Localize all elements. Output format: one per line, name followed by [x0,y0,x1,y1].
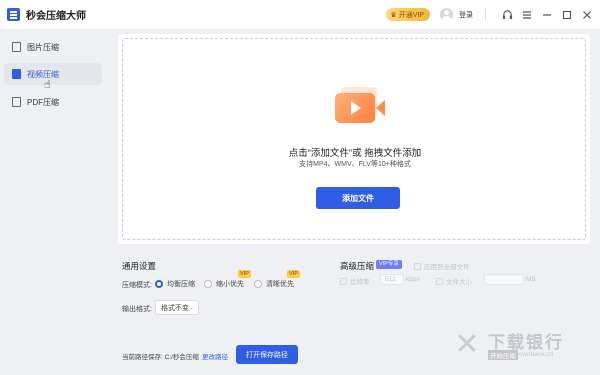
login-link[interactable]: 登录 [459,10,473,20]
video-camera-icon [335,87,387,127]
chevron-down-icon: ⌄ [188,305,194,311]
radio-label: 均衡压缩 [167,281,195,288]
output-format-select[interactable]: 格式不变 ⌄ [155,300,199,315]
mode-clarity-radio[interactable]: 清晰优先 [254,279,294,289]
output-format-label: 输出格式: [122,306,152,313]
minimize-icon[interactable] [540,8,554,22]
change-path-link[interactable]: 更改路径 [202,351,228,361]
output-format-value: 格式不变 [161,304,189,312]
bitrate-checkbox[interactable]: 比特率 [340,276,370,286]
main-panel: 点击“添加文件”或 拖拽文件添加 支持MP4、WMV、FLV等10+种格式 添加… [118,34,590,244]
apply-all-checkbox[interactable]: 应用到全部文件 [414,261,470,271]
sidebar-item-label: PDF压缩 [27,97,59,107]
app-logo-icon [7,8,20,21]
app-title: 秒会压缩大师 [26,11,86,22]
sidebar-item-pdf-compress[interactable]: PDF压缩 [4,91,102,113]
bitrate-input[interactable]: 512 [380,274,404,285]
file-dropzone[interactable]: 点击“添加文件”或 拖拽文件添加 支持MP4、WMV、FLV等10+种格式 添加… [122,38,586,240]
vip-exclusive-badge: VIP专享 [376,260,402,269]
crown-icon: ♛ [390,11,397,19]
mode-balanced-radio[interactable]: 均衡压缩 [155,279,195,289]
title-bar: 秒会压缩大师 ♛ 开通VIP 登录 [0,0,600,29]
bitrate-label: 比特率 [350,279,370,286]
add-file-button[interactable]: 添加文件 [316,187,400,209]
menu-icon[interactable] [520,8,534,22]
headset-icon[interactable] [500,8,514,22]
maximize-icon[interactable] [560,8,574,22]
watermark: ✕ 下载银行 开始压缩 Downbank.cn [448,322,598,372]
titlebar-divider [485,8,486,21]
titlebar-controls: ♛ 开通VIP 登录 [386,0,594,29]
mode-smaller-radio[interactable]: 缩小优先 [204,279,244,289]
hand-cursor-icon: ☝ [44,79,51,91]
sidebar-item-video-compress[interactable]: 视频压缩 [4,63,102,85]
compress-mode-label: 压缩模式: [122,282,152,289]
advanced-compress-title: 高级压缩 [340,261,375,271]
dropzone-title: 点击“添加文件”或 拖拽文件添加 [288,148,422,159]
open-vip-button[interactable]: ♛ 开通VIP [386,8,430,21]
open-save-path-button[interactable]: 打开保存路径 [236,345,298,364]
video-file-icon [12,69,21,79]
radio-label: 缩小优先 [216,281,244,288]
close-icon[interactable] [580,8,594,22]
save-path-label: 当前路径保存: C:/秒会压缩 [122,354,199,361]
sidebar: 图片压缩 视频压缩 PDF压缩 [0,29,110,375]
file-size-unit: MB [526,276,536,283]
pdf-file-icon [12,97,21,107]
file-size-label: 文件大小 [446,279,472,286]
radio-label: 清晰优先 [266,281,294,288]
open-vip-label: 开通VIP [398,11,424,19]
sidebar-item-image-compress[interactable]: 图片压缩 [4,36,102,58]
general-settings-title: 通用设置 [122,261,157,271]
watermark-logo-icon: ✕ [454,328,480,361]
dropzone-subtitle: 支持MP4、WMV、FLV等10+种格式 [299,161,411,168]
sidebar-item-label: 图片压缩 [27,42,59,52]
image-file-icon [12,42,21,52]
vip-tag: VIP [238,270,251,278]
sidebar-item-label: 视频压缩 [27,69,59,79]
file-size-input[interactable] [484,274,524,285]
bitrate-unit: kbps [406,276,420,283]
vip-tag: VIP [287,270,300,278]
file-size-checkbox[interactable]: 文件大小 [436,276,472,286]
avatar[interactable] [440,8,453,21]
watermark-sub: Downbank.cn [514,351,554,358]
apply-all-label: 应用到全部文件 [424,264,470,271]
